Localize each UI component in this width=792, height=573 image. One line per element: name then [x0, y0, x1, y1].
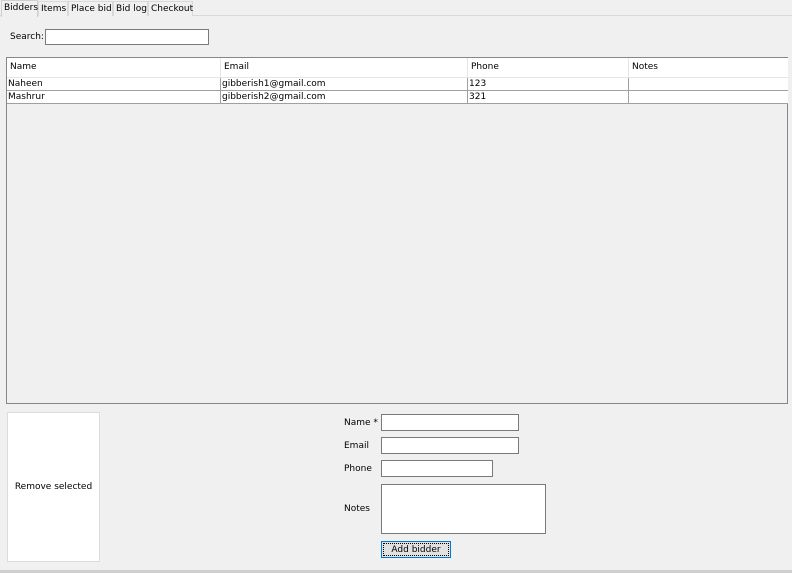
phone-label: Phone — [344, 464, 372, 474]
search-label: Search: — [10, 32, 44, 42]
cell-name: Naheen — [7, 78, 221, 90]
notes-field[interactable] — [381, 484, 546, 534]
name-field[interactable] — [381, 414, 519, 431]
table-header: Name Email Phone Notes — [7, 58, 788, 78]
add-bidder-button[interactable]: Add bidder — [381, 541, 451, 558]
column-header-name[interactable]: Name — [7, 58, 221, 77]
cell-phone: 123 — [468, 78, 629, 90]
cell-phone: 321 — [468, 91, 629, 103]
cell-name: Mashrur — [7, 91, 221, 103]
tab-place-bid[interactable]: Place bid — [68, 1, 113, 16]
bidders-table[interactable]: Name Email Phone Notes Naheen gibberish1… — [6, 57, 788, 404]
column-header-notes[interactable]: Notes — [629, 58, 788, 77]
tab-bidders[interactable]: Bidders — [1, 0, 38, 17]
name-label: Name * — [344, 418, 378, 428]
cell-email: gibberish1@gmail.com — [221, 78, 468, 90]
cell-notes — [629, 91, 788, 103]
email-label: Email — [344, 441, 369, 451]
remove-selected-button[interactable]: Remove selected — [7, 412, 100, 562]
cell-email: gibberish2@gmail.com — [221, 91, 468, 103]
add-bidder-label: Add bidder — [391, 544, 441, 555]
notes-label: Notes — [344, 504, 370, 514]
email-field[interactable] — [381, 437, 519, 454]
tab-bid-log[interactable]: Bid log — [113, 1, 148, 16]
tab-checkout[interactable]: Checkout — [148, 1, 193, 16]
table-row[interactable]: Mashrur gibberish2@gmail.com 321 — [7, 91, 788, 104]
column-header-phone[interactable]: Phone — [468, 58, 629, 77]
column-header-email[interactable]: Email — [221, 58, 468, 77]
cell-notes — [629, 78, 788, 90]
table-row[interactable]: Naheen gibberish1@gmail.com 123 — [7, 78, 788, 91]
search-input[interactable] — [45, 29, 209, 45]
tab-bar: Bidders Items Place bid Bid log Checkout — [0, 0, 792, 17]
phone-field[interactable] — [381, 460, 493, 477]
tab-items[interactable]: Items — [38, 1, 68, 16]
